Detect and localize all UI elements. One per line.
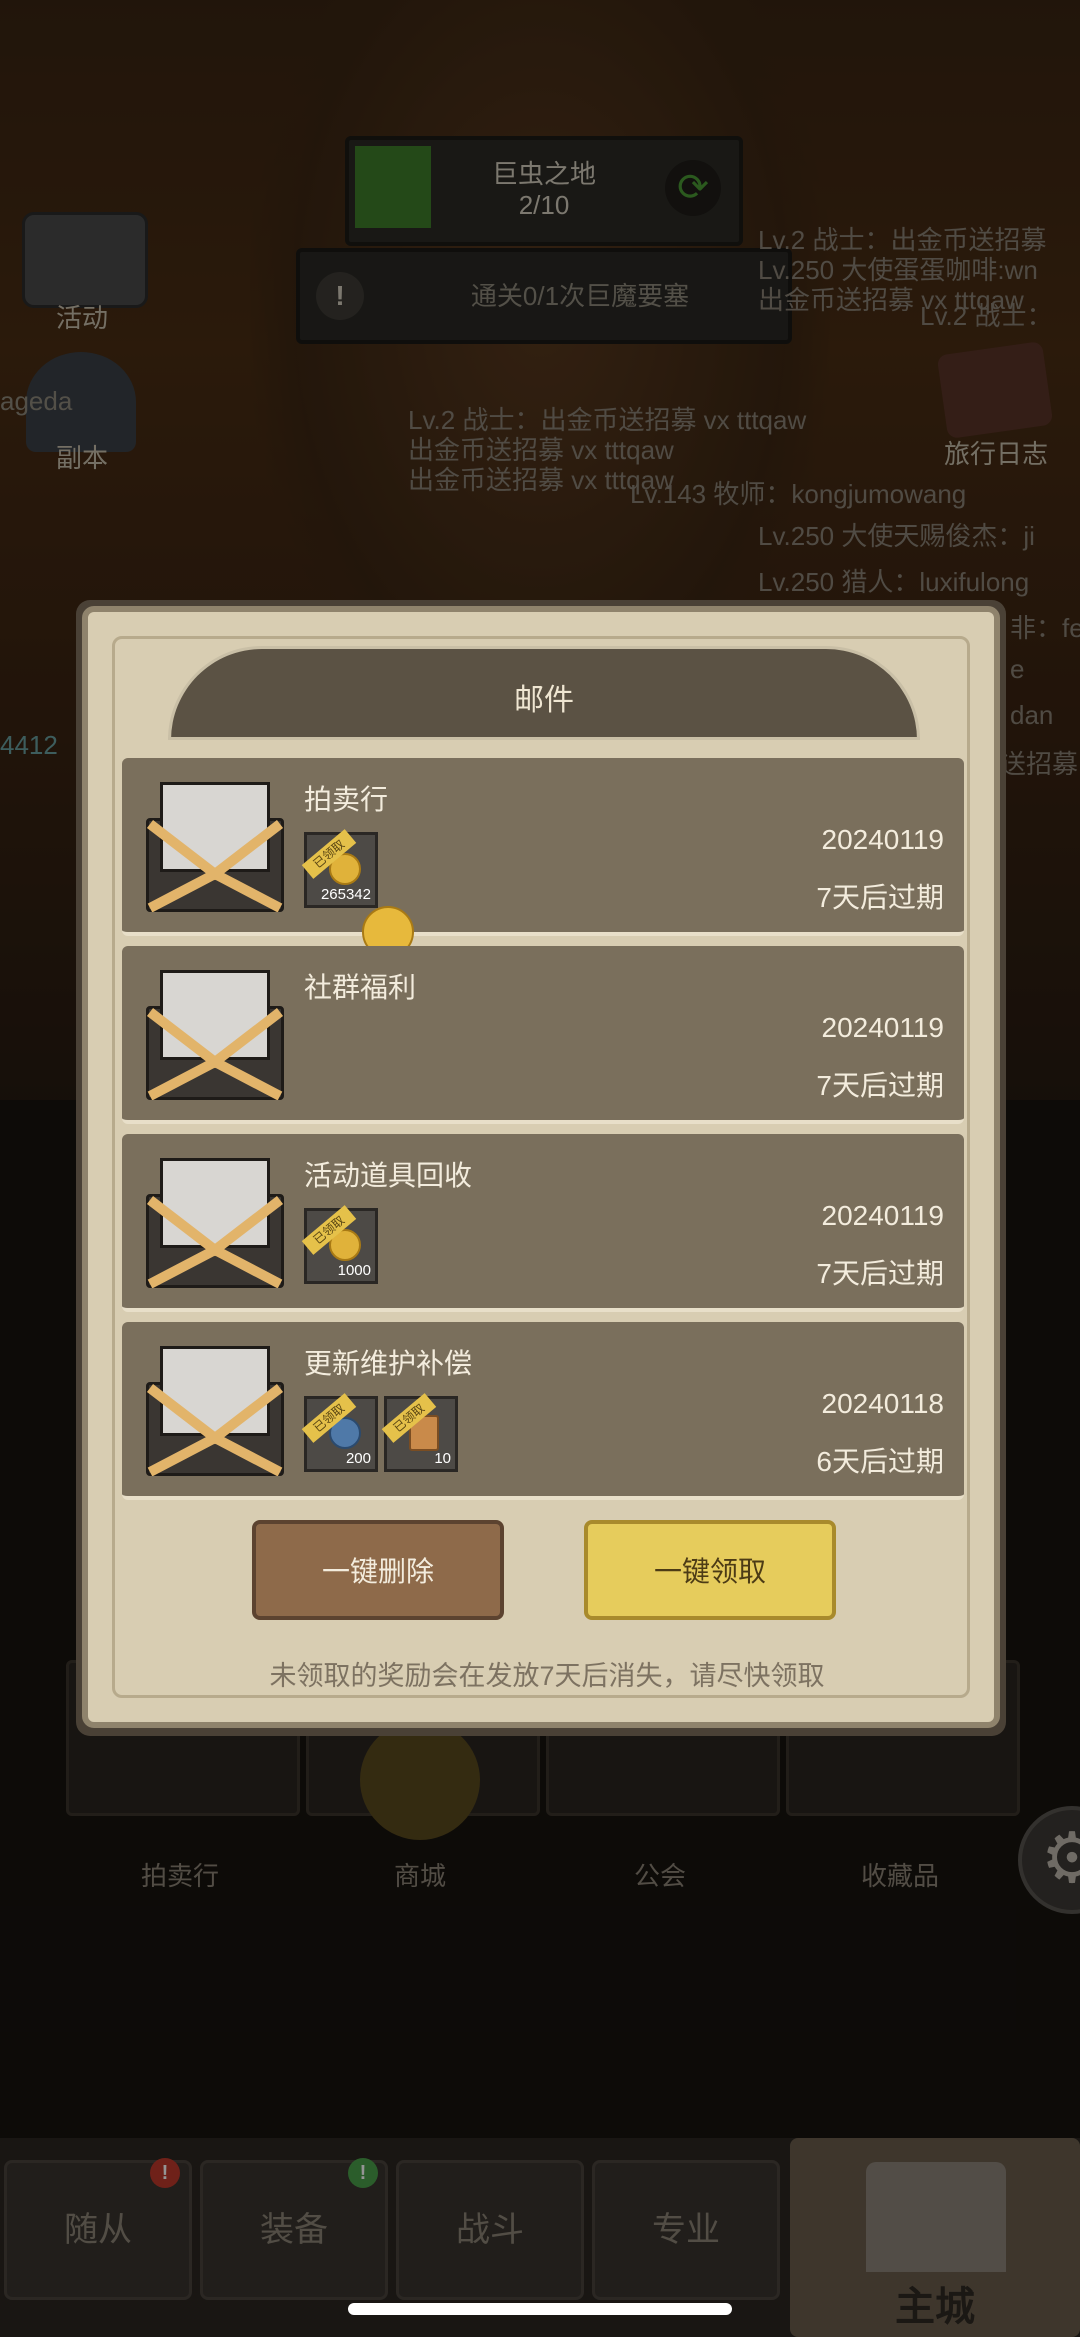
reward-slot[interactable]: 已领取 1000 [301,1205,378,1284]
mail-sender: 拍卖行 [304,784,389,815]
reward-quantity: 265342 [320,886,371,903]
envelope-flap [146,1196,284,1288]
mail-item[interactable]: 活动道具回收 已领取 1000 20240119 7天后过期 [122,1134,964,1312]
mail-item[interactable]: 拍卖行 已领取 265342 20240119 7天后过期 [122,758,964,936]
mail-date: 20240119 [821,824,945,855]
reward-quantity: 1000 [337,1262,371,1279]
envelope-icon [146,778,284,912]
envelope-flap [146,820,284,912]
mail-dialog: 邮件 拍卖行 已领取 265342 20240119 7天后过期 社群福利 20… [82,606,1000,1728]
delete-all-button[interactable]: 一键删除 [252,1520,504,1620]
mail-expiry: 7天后过期 [816,1258,944,1289]
mail-date: 20240119 [821,1012,945,1043]
mail-expiry: 7天后过期 [816,1070,944,1101]
envelope-flap [146,1384,284,1476]
mail-item[interactable]: 社群福利 20240119 7天后过期 [122,946,964,1124]
modal-title: 邮件 [514,684,574,717]
mail-date: 20240118 [821,1388,945,1419]
modal-header: 邮件 [168,646,920,740]
envelope-icon [146,966,284,1100]
reward-slot[interactable]: 已领取 200 [301,1393,378,1472]
mail-expiry: 6天后过期 [816,1446,944,1477]
mail-sender: 更新维护补偿 [304,1348,473,1379]
envelope-flap [146,1008,284,1100]
mail-expiry: 7天后过期 [816,882,944,913]
mail-sender: 活动道具回收 [304,1160,473,1191]
envelope-icon [146,1154,284,1288]
mail-sender: 社群福利 [304,972,417,1003]
reward-expiry-hint: 未领取的奖励会在发放7天后消失，请尽快领取 [269,1661,825,1691]
claim-all-button[interactable]: 一键领取 [584,1520,836,1620]
reward-slot[interactable]: 已领取 265342 [301,829,378,908]
home-indicator[interactable] [348,2303,732,2315]
mail-date: 20240119 [821,1200,945,1231]
envelope-icon [146,1342,284,1476]
mail-item[interactable]: 更新维护补偿 已领取 200 已领取 10 20240118 6天后过期 [122,1322,964,1500]
reward-slot[interactable]: 已领取 10 [381,1393,458,1472]
reward-quantity: 10 [434,1450,451,1467]
reward-quantity: 200 [345,1450,371,1467]
